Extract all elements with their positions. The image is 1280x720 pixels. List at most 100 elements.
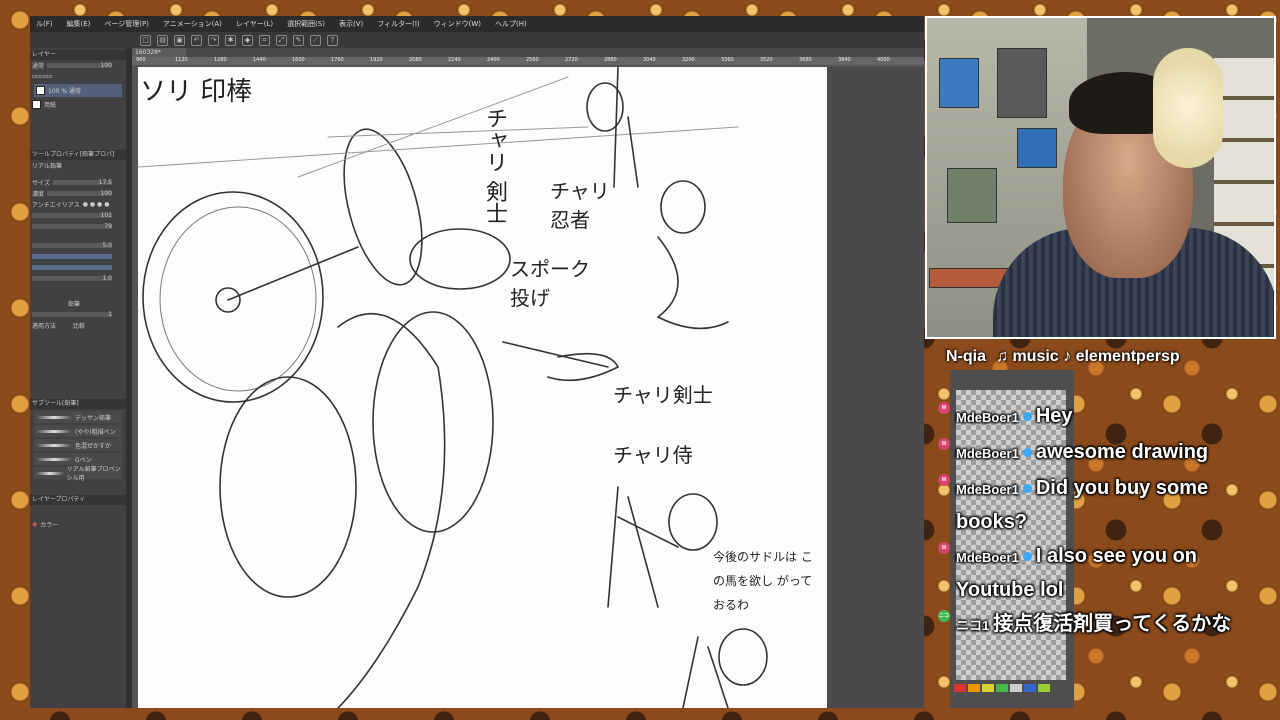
open-file-icon[interactable]: ▤	[157, 34, 168, 46]
sketch-blade	[343, 128, 423, 286]
density-row[interactable]: 濃度 100	[30, 188, 126, 199]
clear-icon[interactable]: ✱	[225, 34, 236, 46]
ruler: 960 1120 1280 1440 1600 1760 1920 2080 2240 2400 2…	[132, 57, 924, 65]
ruler-tick: 3200	[682, 57, 695, 63]
sketch-figure-top	[613, 67, 639, 188]
chat-username[interactable]: MdeBoer1	[956, 410, 1019, 425]
pencil-row[interactable]: 鉛筆	[30, 298, 126, 309]
paper-layer[interactable]: 用紙	[30, 99, 126, 110]
density-value: 100	[100, 190, 112, 197]
menu-item[interactable]: 編集(E)	[67, 19, 91, 29]
slider-79[interactable]	[32, 224, 112, 229]
drawing-canvas[interactable]: ソリ 印棒 チャリ 剣士 チャリ 忍者 スポーク 投げ チャリ剣士 チャリ侍 今…	[138, 67, 827, 708]
color-select[interactable]: カラー	[40, 520, 58, 529]
chat-username[interactable]: MdeBoer1	[956, 550, 1019, 565]
row-50[interactable]: 5.0	[30, 240, 126, 251]
layer-item-active[interactable]: 100 % 通常	[34, 84, 122, 97]
row-1[interactable]: 1	[30, 309, 126, 320]
layer-tool-icon[interactable]: ▫▫▫▫▫	[32, 73, 52, 80]
method-select[interactable]: 比較	[73, 321, 85, 330]
brush-item[interactable]: (やや)粗描ペン	[34, 425, 122, 437]
transform-icon[interactable]: ⤢	[276, 34, 287, 46]
undo-icon[interactable]: ↶	[191, 34, 202, 46]
sketch-helmet	[409, 228, 511, 290]
ruler-tick: 1440	[253, 57, 266, 63]
brush-size-row[interactable]: サイズ 17.5	[30, 177, 126, 188]
color-row[interactable]: ◉ カラー	[30, 519, 126, 530]
sketch-wheel-lower	[219, 376, 357, 598]
save-icon[interactable]: ▣	[174, 34, 185, 46]
sketch-samurai-wheel	[668, 493, 718, 551]
verified-icon	[1022, 552, 1032, 562]
slider-50[interactable]	[32, 243, 112, 248]
value-50: 5.0	[102, 242, 112, 249]
menu-item[interactable]: アニメーション(A)	[163, 19, 222, 29]
menu-item[interactable]: フィルター(I)	[377, 19, 419, 29]
opacity-value: 100	[100, 62, 112, 69]
chat-text: Hey	[1035, 405, 1073, 427]
menu-item[interactable]: 選択範囲(S)	[287, 19, 325, 29]
size-value: 17.5	[98, 179, 112, 186]
blend-mode-select[interactable]: 通常	[32, 61, 44, 70]
chat-message: ニコ ニコ1 接点復活剤買ってくるかな	[938, 608, 1238, 642]
brush-item[interactable]: 色混ぜかすか	[34, 439, 122, 451]
antialias-options[interactable]: ● ● ● ●	[83, 201, 110, 208]
ruler-tick: 1120	[175, 57, 188, 63]
help-icon[interactable]: ?	[327, 34, 338, 46]
chat-username[interactable]: MdeBoer1	[956, 482, 1019, 497]
chat-badge-icon: M	[938, 542, 950, 554]
subtool-tab[interactable]: サブツール[鉛筆]	[30, 399, 126, 409]
block-slider-1[interactable]	[32, 254, 112, 259]
slider-1[interactable]	[32, 312, 112, 317]
tool-property-header: ツールプロパティ[鉛筆プロパ]	[30, 150, 126, 160]
method-row[interactable]: 適用方法 比較	[30, 320, 126, 331]
value-79: 79	[104, 223, 112, 230]
menu-item[interactable]: ヘルプ(H)	[495, 19, 527, 29]
sketch-small-figure	[682, 636, 729, 708]
brush-list: デッサン鉛筆 (やや)粗描ペン 色混ぜかすか Gペン リアル鉛筆プロペンシル用	[30, 411, 126, 482]
chat-username[interactable]: ニコ1	[956, 618, 989, 633]
menu-item[interactable]: ル(F)	[36, 19, 53, 29]
row-blocks-2[interactable]	[30, 262, 126, 273]
chat-message: M MdeBoer1 Hey	[938, 400, 1238, 434]
row-blocks-1[interactable]	[30, 251, 126, 262]
webcam-poster	[939, 58, 979, 108]
antialias-row[interactable]: アンチエイリアス ● ● ● ●	[30, 199, 126, 210]
chat-message: M MdeBoer1 Did you buy some books?	[938, 472, 1238, 538]
ruler-tick: 2880	[604, 57, 617, 63]
redo-icon[interactable]: ↷	[208, 34, 219, 46]
row-101[interactable]: 101	[30, 210, 126, 221]
menu-item[interactable]: 表示(V)	[339, 19, 363, 29]
brush-item[interactable]: リアル鉛筆プロペンシル用	[34, 466, 122, 482]
chat-badge-icon: M	[938, 474, 950, 486]
ruler-tick: 960	[136, 57, 146, 63]
row-10[interactable]: 1.0	[30, 273, 126, 284]
new-file-icon[interactable]: □	[140, 34, 151, 46]
crop-icon[interactable]: ⌗	[259, 34, 270, 46]
canvas-text-5: チャリ剣士	[613, 383, 713, 407]
menu-item[interactable]: レイヤー(L)	[236, 19, 273, 29]
sketch-wheel-large	[142, 191, 324, 403]
layer-name: 100 % 通常	[48, 88, 81, 95]
brush-stroke-preview	[36, 457, 72, 461]
canvas-text-7: 今後のサドルは この馬を欲し がっておるわ	[713, 550, 813, 612]
fill-icon[interactable]: ◆	[242, 34, 253, 46]
slider-10[interactable]	[32, 276, 112, 281]
blend-mode-row[interactable]: 通常 100	[30, 60, 126, 71]
menu-item[interactable]: ウィンドウ(W)	[434, 19, 481, 29]
block-slider-2[interactable]	[32, 265, 112, 270]
row-79[interactable]: 79	[30, 221, 126, 232]
pen-icon[interactable]: ✎	[293, 34, 304, 46]
verified-icon	[1022, 412, 1032, 422]
menu-item[interactable]: ページ管理(P)	[104, 19, 149, 29]
method-label: 適用方法	[32, 323, 57, 330]
sketch-samurai	[607, 486, 679, 608]
document-tab[interactable]: 160328*	[132, 48, 186, 57]
value-10: 1.0	[102, 275, 112, 282]
ruler-icon[interactable]: ⟋	[310, 34, 321, 46]
chat-username[interactable]: MdeBoer1	[956, 446, 1019, 461]
brush-item[interactable]: デッサン鉛筆	[34, 411, 122, 423]
webcam-plush-toy	[1153, 48, 1223, 168]
